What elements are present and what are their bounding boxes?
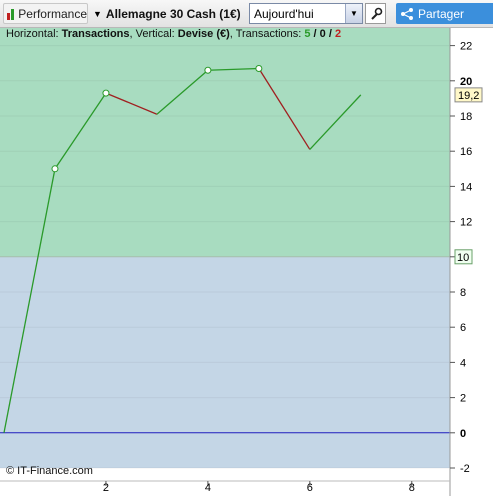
period-value: Aujourd'hui xyxy=(254,6,314,21)
vertical-prefix: , Vertical: xyxy=(129,28,178,40)
chart-header: Horizontal: Transactions, Vertical: Devi… xyxy=(6,28,341,40)
y-tick-label: 2 xyxy=(460,393,466,405)
share-button[interactable]: Partager xyxy=(396,3,493,24)
settings-button[interactable] xyxy=(365,3,386,24)
instrument-selector[interactable]: ▼ Allemagne 30 Cash (1€) xyxy=(93,3,245,24)
above-threshold-band xyxy=(0,28,450,257)
share-icon xyxy=(401,7,413,20)
x-tick-label: 4 xyxy=(205,482,211,494)
share-label: Partager xyxy=(418,6,465,21)
horizontal-prefix: Horizontal: xyxy=(6,28,62,40)
y-tick-label: -2 xyxy=(460,463,470,475)
chevron-down-icon: ▼ xyxy=(93,8,102,19)
y-tick-label: 0 xyxy=(460,428,466,440)
separator-1: / xyxy=(310,28,320,40)
y-tick-label: 18 xyxy=(460,111,472,123)
dropdown-arrow-icon[interactable]: ▼ xyxy=(345,4,362,23)
performance-button[interactable]: Performance xyxy=(3,3,88,24)
instrument-label: Allemagne 30 Cash (1€) xyxy=(105,6,241,21)
horizontal-value: Transactions xyxy=(61,28,130,40)
y-tick-label: 8 xyxy=(460,287,466,299)
data-point[interactable] xyxy=(204,66,212,74)
copyright-label: © IT-Finance.com xyxy=(6,465,93,477)
performance-label: Performance xyxy=(18,6,87,21)
last-value-label: 19,2 xyxy=(458,90,479,102)
x-tick-label: 2 xyxy=(103,482,109,494)
y-tick-label: 20 xyxy=(460,76,472,88)
x-tick-label: 6 xyxy=(307,482,313,494)
data-point[interactable] xyxy=(255,64,263,72)
y-tick-label: 6 xyxy=(460,322,466,334)
threshold-label: 10 xyxy=(457,252,469,264)
y-tick-label: 16 xyxy=(460,146,472,158)
y-tick-label: 14 xyxy=(460,181,472,193)
separator-2: / xyxy=(325,28,335,40)
toolbar: Performance ▼ Allemagne 30 Cash (1€) Auj… xyxy=(0,0,493,28)
performance-icon xyxy=(7,8,14,20)
y-tick-label: 22 xyxy=(460,41,472,53)
wrench-icon xyxy=(370,7,382,20)
vertical-value: Devise (€) xyxy=(177,28,230,40)
y-tick-label: 12 xyxy=(460,217,472,229)
losses-count: 2 xyxy=(334,28,342,40)
transactions-prefix: , Transactions: xyxy=(229,28,305,40)
period-select[interactable]: Aujourd'hui ▼ xyxy=(249,3,363,24)
y-tick-label: 4 xyxy=(460,357,466,369)
x-tick-label: 8 xyxy=(409,482,415,494)
data-point[interactable] xyxy=(102,89,110,97)
data-point[interactable] xyxy=(51,165,59,173)
performance-chart[interactable]: -202468101214161820222468 19,210 xyxy=(0,28,493,496)
